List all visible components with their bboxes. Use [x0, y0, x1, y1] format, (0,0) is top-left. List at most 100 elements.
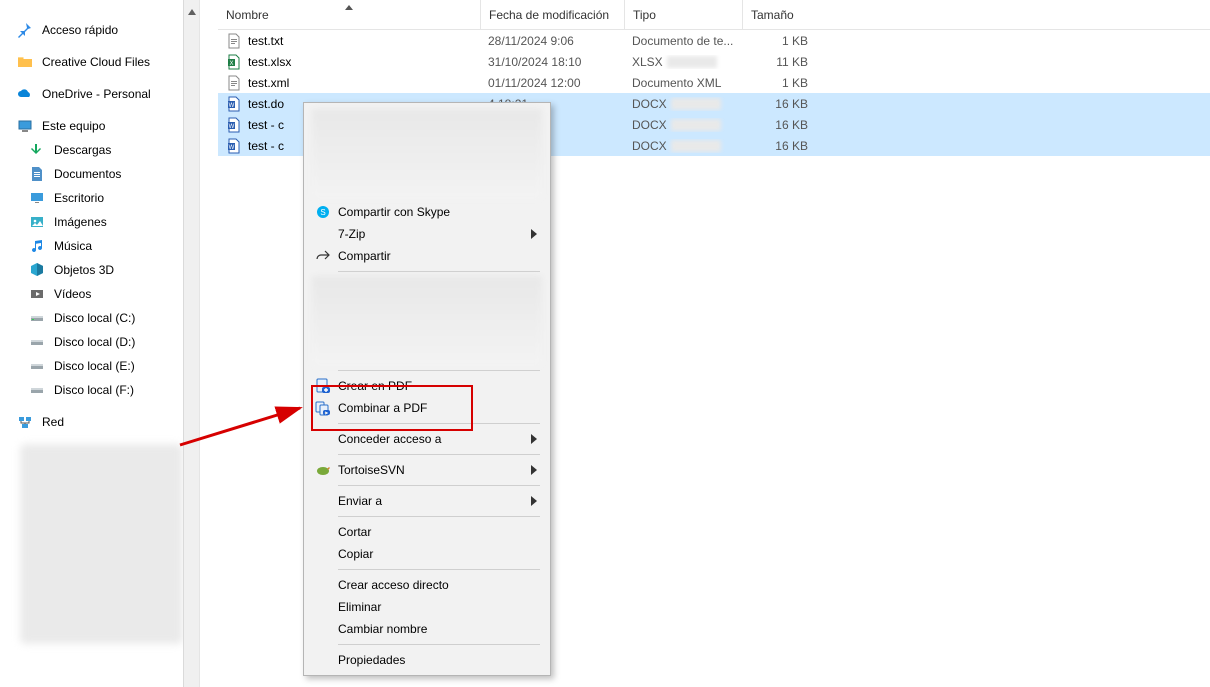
- file-name: test.xml: [248, 76, 289, 90]
- sidebar-label: OneDrive - Personal: [42, 87, 151, 101]
- nav-sidebar: Acceso rápido Creative Cloud Files OneDr…: [0, 0, 200, 687]
- context-menu-crear-acceso[interactable]: Crear acceso directo: [304, 574, 550, 596]
- table-row[interactable]: test.xml01/11/2024 12:00Documento XML1 K…: [218, 72, 1210, 93]
- sidebar-item-escritorio[interactable]: Escritorio: [0, 186, 199, 210]
- context-menu-separator: [338, 370, 540, 371]
- sidebar-item-disco-d[interactable]: Disco local (D:): [0, 330, 199, 354]
- file-size: 1 KB: [742, 34, 822, 48]
- column-header-size[interactable]: Tamaño: [742, 0, 822, 29]
- sort-asc-icon: [345, 0, 353, 13]
- svg-text:W: W: [229, 103, 235, 109]
- music-icon: [28, 238, 46, 254]
- svg-text:S: S: [320, 208, 325, 217]
- file-type: DOCX: [624, 97, 742, 111]
- sidebar-label: Documentos: [54, 167, 121, 181]
- context-menu-blurred-mid: [312, 276, 542, 366]
- document-icon: [28, 166, 46, 182]
- context-menu-copiar[interactable]: Copiar: [304, 543, 550, 565]
- file-size: 11 KB: [742, 55, 822, 69]
- drive-icon: [28, 382, 46, 398]
- sidebar-label: Objetos 3D: [54, 263, 114, 277]
- sidebar-label: Disco local (E:): [54, 359, 135, 373]
- sidebar-label: Disco local (D:): [54, 335, 135, 349]
- sidebar-item-red[interactable]: Red: [0, 410, 199, 434]
- context-menu-cortar[interactable]: Cortar: [304, 521, 550, 543]
- drive-icon: [28, 334, 46, 350]
- tortoise-icon: [312, 462, 334, 478]
- file-name: test.do: [248, 97, 284, 111]
- drive-icon: [28, 310, 46, 326]
- sidebar-item-onedrive[interactable]: OneDrive - Personal: [0, 82, 199, 106]
- sidebar-item-imagenes[interactable]: Imágenes: [0, 210, 199, 234]
- context-menu-propiedades[interactable]: Propiedades: [304, 649, 550, 671]
- cube-icon: [28, 262, 46, 278]
- context-menu-separator: [338, 644, 540, 645]
- pin-icon: [16, 22, 34, 38]
- sidebar-item-creative-cloud[interactable]: Creative Cloud Files: [0, 50, 199, 74]
- context-menu-separator: [338, 485, 540, 486]
- file-size: 16 KB: [742, 118, 822, 132]
- table-row[interactable]: test.txt28/11/2024 9:06Documento de te..…: [218, 30, 1210, 51]
- sidebar-item-musica[interactable]: Música: [0, 234, 199, 258]
- file-docx-icon: W: [226, 138, 242, 154]
- file-xml-icon: [226, 75, 242, 91]
- context-menu-separator: [338, 454, 540, 455]
- file-type: XLSX: [624, 55, 742, 69]
- pdf-merge-icon: [312, 400, 334, 416]
- context-menu-compartir[interactable]: Compartir: [304, 245, 550, 267]
- computer-icon: [16, 118, 34, 134]
- sidebar-item-disco-c[interactable]: Disco local (C:): [0, 306, 199, 330]
- folder-icon: [16, 54, 34, 70]
- context-menu-eliminar[interactable]: Eliminar: [304, 596, 550, 618]
- sidebar-label: Descargas: [54, 143, 111, 157]
- context-menu-cambiar[interactable]: Cambiar nombre: [304, 618, 550, 640]
- sidebar-item-quick-access[interactable]: Acceso rápido: [0, 18, 199, 42]
- context-menu-separator: [338, 423, 540, 424]
- chevron-right-icon: [528, 229, 540, 239]
- sidebar-item-videos[interactable]: Vídeos: [0, 282, 199, 306]
- sidebar-label: Disco local (C:): [54, 311, 135, 325]
- sidebar-label: Disco local (F:): [54, 383, 134, 397]
- context-menu-conceder[interactable]: Conceder acceso a: [304, 428, 550, 450]
- sidebar-item-documentos[interactable]: Documentos: [0, 162, 199, 186]
- sidebar-item-descargas[interactable]: Descargas: [0, 138, 199, 162]
- sidebar-item-este-equipo[interactable]: Este equipo: [0, 114, 199, 138]
- context-menu-combinar-pdf[interactable]: Combinar a PDF: [304, 397, 550, 419]
- sidebar-label: Este equipo: [42, 119, 105, 133]
- context-menu-separator: [338, 271, 540, 272]
- sidebar-item-objetos3d[interactable]: Objetos 3D: [0, 258, 199, 282]
- sidebar-item-disco-e[interactable]: Disco local (E:): [0, 354, 199, 378]
- chevron-right-icon: [528, 496, 540, 506]
- file-docx-icon: W: [226, 117, 242, 133]
- desktop-icon: [28, 190, 46, 206]
- sidebar-collapsed-blur: [20, 444, 183, 644]
- file-type: Documento XML: [624, 76, 742, 90]
- drive-icon: [28, 358, 46, 374]
- context-menu-skype[interactable]: S Compartir con Skype: [304, 201, 550, 223]
- file-size: 1 KB: [742, 76, 822, 90]
- file-name: test - c: [248, 118, 284, 132]
- sidebar-label: Música: [54, 239, 92, 253]
- sidebar-label: Acceso rápido: [42, 23, 118, 37]
- file-txt-icon: [226, 33, 242, 49]
- file-date: 28/11/2024 9:06: [480, 34, 624, 48]
- pdf-plus-icon: [312, 378, 334, 394]
- file-date: 31/10/2024 18:10: [480, 55, 624, 69]
- column-header-name[interactable]: Nombre: [218, 0, 480, 29]
- sidebar-label: Escritorio: [54, 191, 104, 205]
- table-row[interactable]: Xtest.xlsx31/10/2024 18:10XLSX11 KB: [218, 51, 1210, 72]
- file-xlsx-icon: X: [226, 54, 242, 70]
- context-menu-enviar[interactable]: Enviar a: [304, 490, 550, 512]
- context-menu-crear-pdf[interactable]: Crear en PDF: [304, 375, 550, 397]
- skype-icon: S: [312, 204, 334, 220]
- splitter[interactable]: [200, 0, 218, 687]
- sidebar-scrollbar[interactable]: [183, 0, 199, 687]
- column-header-date[interactable]: Fecha de modificación: [480, 0, 624, 29]
- download-icon: [28, 142, 46, 158]
- sidebar-item-disco-f[interactable]: Disco local (F:): [0, 378, 199, 402]
- context-menu-7zip[interactable]: 7-Zip: [304, 223, 550, 245]
- column-header-type[interactable]: Tipo: [624, 0, 742, 29]
- context-menu-tortoisesvn[interactable]: TortoiseSVN: [304, 459, 550, 481]
- file-type: DOCX: [624, 139, 742, 153]
- file-name: test.txt: [248, 34, 283, 48]
